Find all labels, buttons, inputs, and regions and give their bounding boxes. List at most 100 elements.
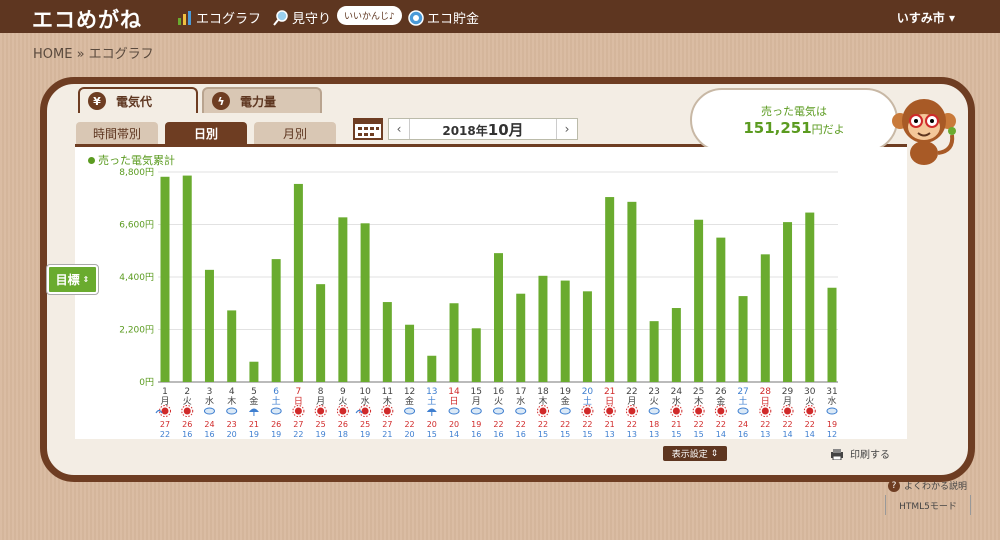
print-label: 印刷する	[850, 450, 890, 461]
temp-high-label: 19	[471, 420, 481, 429]
temp-high-label: 22	[582, 420, 592, 429]
x-tick-day: 24	[671, 387, 683, 397]
cloud-icon	[826, 407, 838, 415]
x-tick-day: 27	[737, 387, 748, 397]
x-tick-day: 10	[359, 387, 371, 397]
temp-low-label: 16	[182, 430, 192, 439]
temp-low-label: 22	[160, 430, 170, 439]
temp-low-label: 15	[427, 430, 437, 439]
temp-high-label: 22	[538, 420, 548, 429]
temp-low-label: 19	[249, 430, 259, 439]
display-settings-button[interactable]: 表示設定 ⇕	[663, 446, 727, 461]
bar	[471, 328, 481, 382]
x-tick-day: 30	[804, 387, 816, 397]
bar	[694, 219, 704, 382]
bar	[494, 253, 503, 382]
sun-icon	[383, 407, 391, 415]
x-tick-weekday: 金	[405, 395, 414, 407]
y-tick-label: 4,400円	[119, 272, 154, 283]
sun-icon	[672, 407, 680, 415]
temp-low-label: 14	[782, 430, 792, 439]
x-tick-day: 9	[340, 387, 346, 397]
sun-icon	[606, 407, 614, 415]
bar	[293, 183, 303, 382]
temp-high-label: 24	[738, 420, 748, 429]
x-tick-day: 5	[251, 387, 257, 397]
bar	[516, 293, 526, 382]
temp-high-label: 18	[649, 420, 659, 429]
cloud-icon	[404, 407, 416, 415]
bar	[805, 212, 815, 382]
temp-low-label: 16	[204, 430, 214, 439]
x-tick-weekday: 土	[739, 395, 748, 407]
x-tick-day: 4	[229, 387, 235, 397]
cloud-icon	[737, 407, 749, 415]
sun-icon	[806, 407, 814, 415]
x-tick-weekday: 土	[272, 395, 281, 407]
temp-low-label: 21	[382, 430, 392, 439]
y-tick-label: 8,800円	[119, 167, 154, 178]
cloud-icon	[493, 407, 504, 415]
x-tick-day: 20	[582, 387, 594, 397]
bar	[227, 310, 237, 382]
temp-low-label: 14	[805, 430, 815, 439]
temp-high-label: 27	[293, 420, 303, 429]
x-tick-day: 31	[826, 387, 837, 397]
temp-high-label: 26	[182, 420, 192, 429]
bar	[405, 324, 415, 382]
temp-high-label: 26	[271, 420, 281, 429]
bar	[338, 217, 348, 382]
x-tick-weekday: 火	[650, 396, 659, 407]
temp-high-label: 26	[338, 420, 348, 429]
help-link[interactable]: ? よくわかる説明	[888, 479, 967, 492]
x-tick-day: 3	[207, 387, 213, 397]
temp-high-label: 23	[227, 420, 237, 429]
x-tick-weekday: 木	[227, 395, 236, 407]
x-tick-day: 29	[782, 387, 794, 397]
bar	[538, 275, 548, 382]
temp-high-label: 21	[605, 420, 615, 429]
x-tick-day: 25	[693, 387, 704, 397]
x-tick-day: 1	[162, 387, 168, 397]
bar	[760, 254, 770, 382]
cloud-icon	[203, 407, 215, 415]
temp-high-label: 22	[760, 420, 770, 429]
temp-low-label: 15	[560, 430, 570, 439]
temp-high-label: 22	[782, 420, 792, 429]
sun-icon	[717, 407, 725, 415]
temp-low-label: 19	[360, 430, 370, 439]
temp-high-label: 22	[694, 420, 704, 429]
bar	[160, 176, 170, 382]
sun-icon	[761, 407, 769, 415]
cloud-icon	[648, 407, 660, 415]
temp-high-label: 20	[449, 420, 459, 429]
x-tick-weekday: 火	[494, 396, 503, 407]
temp-high-label: 20	[427, 420, 437, 429]
cloud-icon	[559, 407, 571, 415]
temp-low-label: 13	[627, 430, 637, 439]
bar	[827, 287, 837, 382]
sun-icon	[161, 407, 169, 415]
x-tick-day: 23	[648, 387, 659, 397]
temp-high-label: 22	[805, 420, 815, 429]
x-tick-day: 8	[318, 387, 324, 397]
temp-low-label: 13	[649, 430, 659, 439]
bar	[360, 223, 370, 382]
temp-high-label: 25	[316, 420, 326, 429]
x-tick-day: 28	[760, 387, 772, 397]
bar	[182, 175, 192, 382]
temp-low-label: 13	[760, 430, 770, 439]
html5-mode-button[interactable]: HTML5モード	[885, 495, 971, 515]
sun-icon	[339, 407, 347, 415]
temp-low-label: 20	[404, 430, 414, 439]
x-tick-day: 16	[493, 387, 505, 397]
bar	[204, 269, 214, 382]
temp-high-label: 19	[827, 420, 837, 429]
x-tick-day: 21	[604, 387, 615, 397]
temp-low-label: 16	[516, 430, 526, 439]
y-tick-label: 2,200円	[119, 325, 154, 336]
print-button[interactable]: 印刷する	[830, 446, 890, 461]
sun-icon	[294, 407, 302, 415]
x-tick-weekday: 月	[472, 396, 481, 407]
temp-low-label: 16	[471, 430, 481, 439]
